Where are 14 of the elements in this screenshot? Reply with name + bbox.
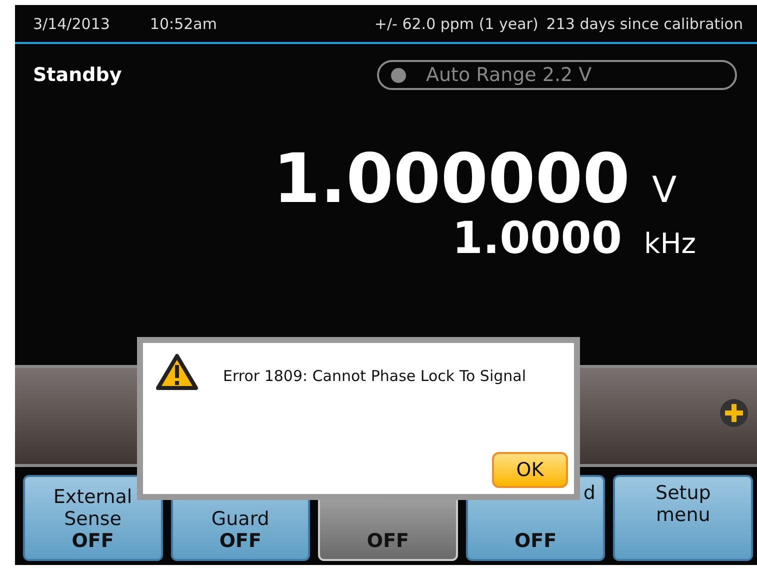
ok-button[interactable]: OK: [492, 452, 568, 488]
range-indicator[interactable]: Auto Range 2.2 V: [377, 60, 737, 90]
frequency-unit: kHz: [644, 227, 696, 260]
time-text: 10:52am: [150, 14, 217, 32]
softkey[interactable]: External Sense OFF: [23, 475, 163, 561]
voltage-unit: V: [652, 170, 678, 211]
date-text: 3/14/2013: [33, 14, 110, 32]
softkey[interactable]: Setup menu: [613, 475, 753, 561]
calibration-text: 213 days since calibration: [546, 14, 743, 32]
error-message: Error 1809: Cannot Phase Lock To Signal: [223, 367, 526, 385]
mode-label: Standby: [33, 64, 122, 86]
accuracy-text: +/- 62.0 ppm (1 year): [374, 14, 538, 32]
warning-icon: [155, 353, 199, 391]
plus-icon[interactable]: [719, 398, 749, 428]
